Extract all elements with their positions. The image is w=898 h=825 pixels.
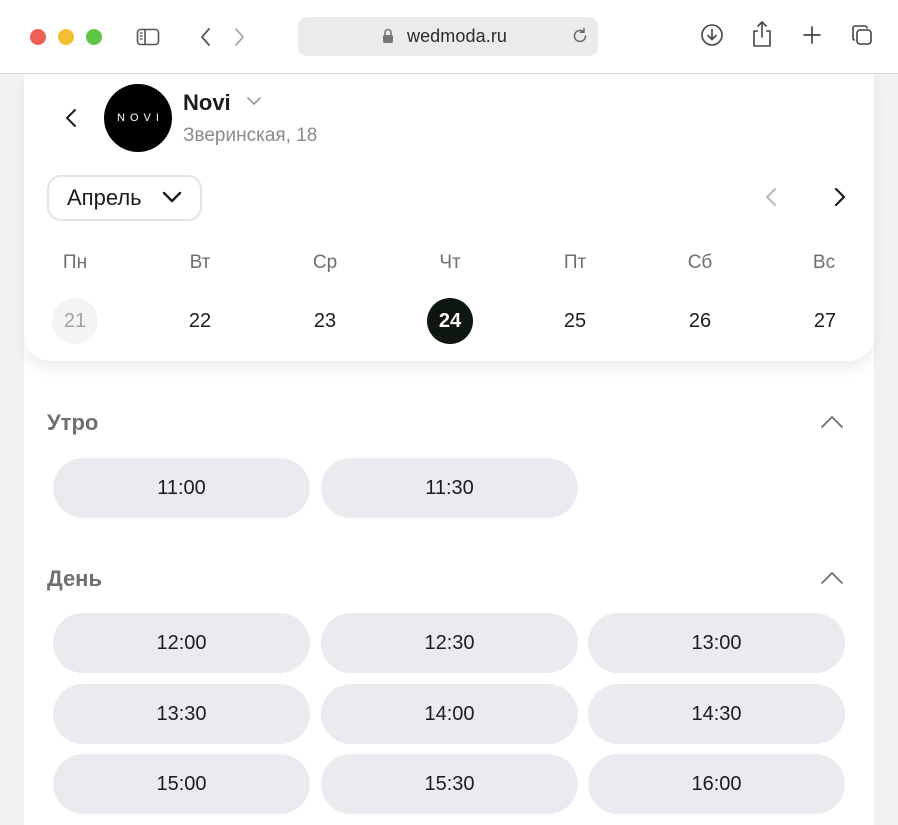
salon-name[interactable]: Novi [183,90,231,116]
time-slot-button[interactable]: 15:30 [321,754,578,814]
previous-week-icon[interactable] [761,185,781,209]
time-slot-button[interactable]: 15:00 [53,754,310,814]
time-slot-button[interactable]: 11:30 [321,458,578,518]
tab-overview-icon[interactable] [848,21,876,49]
chevron-down-icon [162,191,182,203]
browser-forward-icon[interactable] [227,25,251,49]
lock-icon [383,28,393,43]
time-slot-button[interactable]: 13:30 [53,684,310,744]
weekday-label: Вт [189,252,211,273]
booking-page: NOVI Novi Зверинская, 18 Апрель Пн Вт Ср… [24,74,874,825]
weekday-label: Чт [439,252,461,273]
address-url: wedmoda.ru [406,26,508,46]
calendar-day[interactable]: 27 [802,298,848,344]
section-title-day: День [47,566,102,591]
download-icon[interactable] [698,21,726,49]
time-slot-button[interactable]: 12:00 [53,613,310,673]
close-window-button[interactable] [30,29,46,45]
weekday-label: Сб [687,252,713,273]
zoom-window-button[interactable] [86,29,102,45]
back-icon[interactable] [60,106,84,130]
time-slot-button[interactable]: 14:00 [321,684,578,744]
address-bar[interactable]: wedmoda.ru [298,17,598,56]
minimize-window-button[interactable] [58,29,74,45]
browser-toolbar: wedmoda.ru [0,0,898,74]
chevron-up-icon[interactable] [820,414,844,434]
month-select-button[interactable]: Апрель [47,175,202,221]
time-slot-button[interactable]: 11:00 [53,458,310,518]
time-slot-button[interactable]: 12:30 [321,613,578,673]
weekday-label: Вс [812,252,836,273]
calendar-day[interactable]: 25 [552,298,598,344]
sidebar-icon[interactable] [134,25,162,49]
avatar-logo-text: NOVI [117,112,164,124]
share-icon[interactable] [748,18,776,50]
chevron-up-icon[interactable] [820,570,844,590]
next-week-icon[interactable] [830,185,850,209]
chevron-down-icon[interactable] [246,96,262,106]
salon-avatar: NOVI [104,84,172,152]
weekday-label: Ср [312,252,338,273]
month-label: Апрель [67,185,142,210]
calendar-day-selected[interactable]: 24 [427,298,473,344]
calendar-day[interactable]: 23 [302,298,348,344]
calendar-day[interactable]: 26 [677,298,723,344]
time-slot-button[interactable]: 13:00 [588,613,845,673]
calendar-header-card: NOVI Novi Зверинская, 18 Апрель Пн Вт Ср… [24,74,874,361]
reload-icon[interactable] [570,26,590,46]
calendar-day[interactable]: 22 [177,298,223,344]
new-tab-icon[interactable] [798,21,826,49]
section-title-morning: Утро [47,410,99,435]
weekday-label: Пн [62,252,88,273]
time-slot-button[interactable]: 16:00 [588,754,845,814]
calendar-day: 21 [52,298,98,344]
browser-back-icon[interactable] [194,25,218,49]
weekday-label: Пт [563,252,587,273]
salon-address: Зверинская, 18 [183,125,318,146]
time-slot-button[interactable]: 14:30 [588,684,845,744]
